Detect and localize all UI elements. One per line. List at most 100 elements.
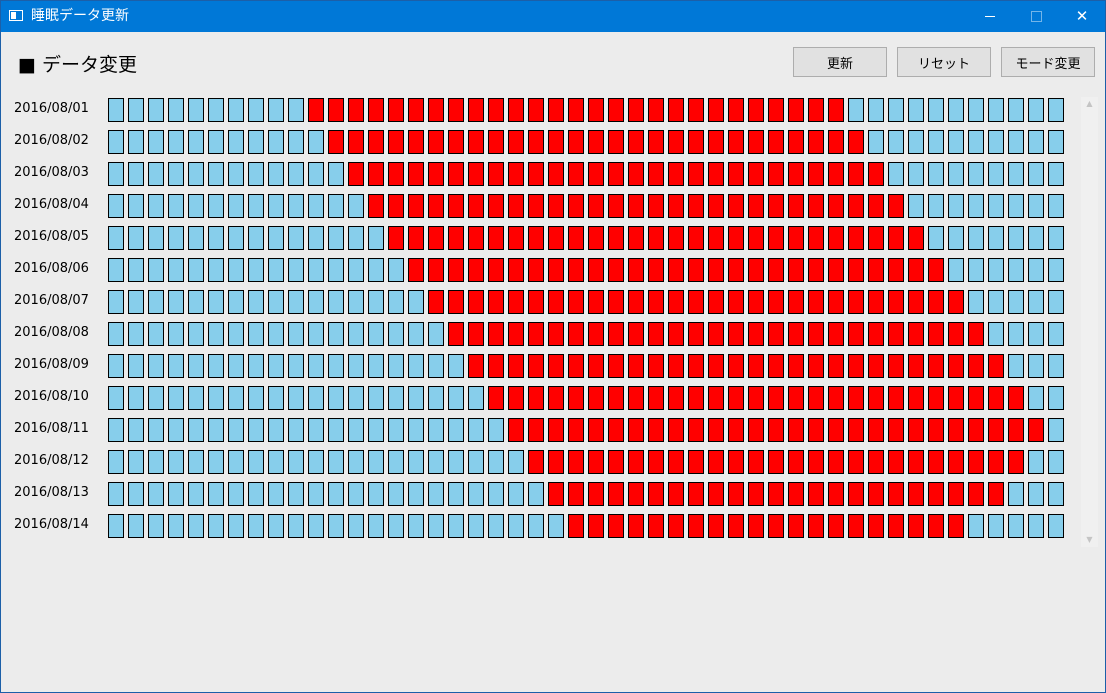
sleep-cell-asleep[interactable] <box>888 226 904 250</box>
sleep-cell-awake[interactable] <box>1028 130 1044 154</box>
sleep-cell-awake[interactable] <box>188 98 204 122</box>
sleep-cell-asleep[interactable] <box>428 290 444 314</box>
sleep-cell-awake[interactable] <box>108 386 124 410</box>
sleep-cell-asleep[interactable] <box>588 226 604 250</box>
sleep-cell-asleep[interactable] <box>528 98 544 122</box>
sleep-cell-awake[interactable] <box>1008 162 1024 186</box>
sleep-cell-awake[interactable] <box>1028 162 1044 186</box>
sleep-cell-asleep[interactable] <box>928 514 944 538</box>
sleep-cell-awake[interactable] <box>128 450 144 474</box>
sleep-cell-awake[interactable] <box>408 514 424 538</box>
sleep-cell-asleep[interactable] <box>908 226 924 250</box>
sleep-cell-awake[interactable] <box>988 194 1004 218</box>
sleep-cell-asleep[interactable] <box>608 386 624 410</box>
sleep-cell-awake[interactable] <box>1028 450 1044 474</box>
sleep-cell-awake[interactable] <box>988 322 1004 346</box>
sleep-cell-awake[interactable] <box>148 450 164 474</box>
sleep-cell-asleep[interactable] <box>988 482 1004 506</box>
sleep-cell-asleep[interactable] <box>988 450 1004 474</box>
sleep-cell-asleep[interactable] <box>688 354 704 378</box>
sleep-cell-asleep[interactable] <box>628 386 644 410</box>
sleep-cell-asleep[interactable] <box>688 130 704 154</box>
sleep-cell-awake[interactable] <box>128 226 144 250</box>
sleep-cell-asleep[interactable] <box>888 258 904 282</box>
sleep-cell-awake[interactable] <box>308 418 324 442</box>
sleep-cell-asleep[interactable] <box>748 482 764 506</box>
sleep-cell-awake[interactable] <box>888 130 904 154</box>
sleep-cell-awake[interactable] <box>948 162 964 186</box>
sleep-cell-asleep[interactable] <box>848 450 864 474</box>
sleep-cell-asleep[interactable] <box>928 258 944 282</box>
sleep-cell-asleep[interactable] <box>708 514 724 538</box>
sleep-cell-asleep[interactable] <box>528 194 544 218</box>
sleep-cell-asleep[interactable] <box>528 450 544 474</box>
sleep-cell-asleep[interactable] <box>488 386 504 410</box>
sleep-cell-awake[interactable] <box>1008 98 1024 122</box>
sleep-cell-awake[interactable] <box>928 98 944 122</box>
sleep-cell-awake[interactable] <box>288 386 304 410</box>
sleep-cell-asleep[interactable] <box>728 290 744 314</box>
sleep-cell-asleep[interactable] <box>868 482 884 506</box>
sleep-cell-awake[interactable] <box>368 322 384 346</box>
sleep-cell-awake[interactable] <box>1048 354 1064 378</box>
sleep-cell-awake[interactable] <box>1048 482 1064 506</box>
sleep-cell-awake[interactable] <box>348 386 364 410</box>
sleep-cell-awake[interactable] <box>288 194 304 218</box>
sleep-cell-asleep[interactable] <box>748 322 764 346</box>
sleep-cell-asleep[interactable] <box>528 418 544 442</box>
sleep-cell-asleep[interactable] <box>468 322 484 346</box>
sleep-cell-asleep[interactable] <box>708 386 724 410</box>
sleep-cell-asleep[interactable] <box>388 162 404 186</box>
sleep-cell-awake[interactable] <box>248 226 264 250</box>
sleep-cell-asleep[interactable] <box>968 450 984 474</box>
sleep-cell-awake[interactable] <box>968 130 984 154</box>
sleep-cell-asleep[interactable] <box>908 322 924 346</box>
sleep-cell-asleep[interactable] <box>408 98 424 122</box>
sleep-cell-asleep[interactable] <box>728 258 744 282</box>
sleep-cell-asleep[interactable] <box>628 482 644 506</box>
sleep-cell-awake[interactable] <box>228 194 244 218</box>
update-button[interactable]: 更新 <box>793 47 887 77</box>
sleep-cell-asleep[interactable] <box>868 418 884 442</box>
sleep-cell-asleep[interactable] <box>368 130 384 154</box>
sleep-cell-awake[interactable] <box>428 322 444 346</box>
sleep-cell-awake[interactable] <box>188 450 204 474</box>
sleep-cell-asleep[interactable] <box>508 194 524 218</box>
sleep-cell-awake[interactable] <box>1008 130 1024 154</box>
sleep-cell-awake[interactable] <box>948 98 964 122</box>
sleep-cell-awake[interactable] <box>448 386 464 410</box>
sleep-cell-awake[interactable] <box>108 98 124 122</box>
sleep-cell-asleep[interactable] <box>688 322 704 346</box>
sleep-cell-asleep[interactable] <box>708 322 724 346</box>
sleep-cell-awake[interactable] <box>128 418 144 442</box>
sleep-cell-asleep[interactable] <box>568 194 584 218</box>
sleep-cell-asleep[interactable] <box>548 418 564 442</box>
sleep-cell-asleep[interactable] <box>408 162 424 186</box>
sleep-cell-asleep[interactable] <box>888 386 904 410</box>
sleep-cell-asleep[interactable] <box>448 226 464 250</box>
sleep-cell-asleep[interactable] <box>848 194 864 218</box>
sleep-cell-asleep[interactable] <box>568 226 584 250</box>
sleep-cell-asleep[interactable] <box>648 418 664 442</box>
sleep-cell-asleep[interactable] <box>808 226 824 250</box>
sleep-cell-asleep[interactable] <box>428 162 444 186</box>
sleep-cell-asleep[interactable] <box>628 354 644 378</box>
sleep-cell-asleep[interactable] <box>408 194 424 218</box>
sleep-cell-asleep[interactable] <box>708 162 724 186</box>
sleep-cell-asleep[interactable] <box>808 322 824 346</box>
sleep-cell-awake[interactable] <box>1008 322 1024 346</box>
sleep-cell-awake[interactable] <box>928 162 944 186</box>
sleep-cell-asleep[interactable] <box>788 322 804 346</box>
sleep-cell-awake[interactable] <box>388 482 404 506</box>
sleep-cell-awake[interactable] <box>1028 98 1044 122</box>
sleep-cell-asleep[interactable] <box>328 98 344 122</box>
sleep-cell-asleep[interactable] <box>728 386 744 410</box>
sleep-cell-awake[interactable] <box>148 130 164 154</box>
sleep-cell-asleep[interactable] <box>368 162 384 186</box>
sleep-cell-asleep[interactable] <box>848 322 864 346</box>
sleep-cell-awake[interactable] <box>1008 354 1024 378</box>
sleep-cell-awake[interactable] <box>428 514 444 538</box>
sleep-cell-asleep[interactable] <box>368 194 384 218</box>
sleep-cell-asleep[interactable] <box>588 514 604 538</box>
sleep-cell-awake[interactable] <box>148 386 164 410</box>
